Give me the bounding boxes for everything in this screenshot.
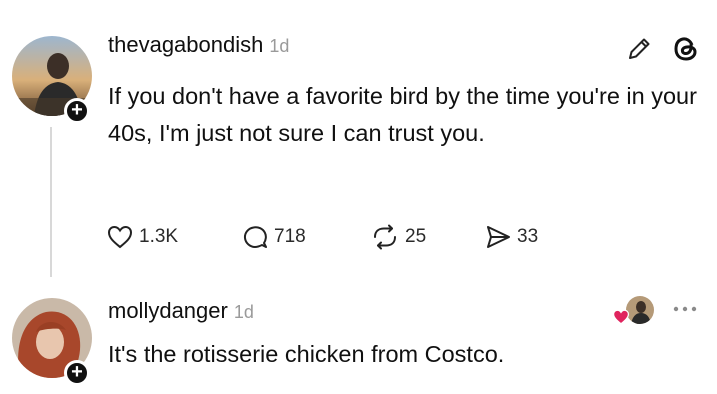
ellipsis-icon[interactable] xyxy=(672,302,698,320)
heart-icon xyxy=(612,309,630,325)
repost-arrows-icon xyxy=(374,224,396,250)
speech-bubble-icon xyxy=(243,226,267,248)
post-username[interactable]: thevagabondish xyxy=(108,32,263,57)
pencil-icon[interactable] xyxy=(625,35,653,68)
follow-plus-button[interactable]: + xyxy=(64,98,90,124)
repost-button[interactable]: 25 xyxy=(370,224,426,250)
heart-icon xyxy=(107,225,133,249)
reply-text: It's the rotisserie chicken from Costco. xyxy=(108,341,505,367)
like-button[interactable]: 1.3K xyxy=(106,224,178,250)
reply-timestamp: 1d xyxy=(233,302,254,322)
thread-connector-line xyxy=(50,127,52,277)
liked-by-author-badge xyxy=(612,296,656,326)
send-icon xyxy=(487,226,510,248)
follow-plus-button[interactable]: + xyxy=(64,360,90,386)
reply-count: 718 xyxy=(274,226,306,247)
post-timestamp: 1d xyxy=(269,36,290,56)
reply-header: mollydanger 1d xyxy=(108,298,254,324)
repost-count: 25 xyxy=(405,226,427,247)
reply-button[interactable]: 718 xyxy=(241,224,306,250)
share-button[interactable]: 33 xyxy=(484,224,538,250)
like-count: 1.3K xyxy=(139,226,179,247)
share-count: 33 xyxy=(517,226,539,247)
post-header: thevagabondish 1d xyxy=(108,32,289,58)
reply-username[interactable]: mollydanger xyxy=(108,298,228,323)
threads-logo-icon[interactable] xyxy=(670,33,702,70)
liker-avatar xyxy=(626,296,654,324)
post-text: If you don't have a favorite bird by the… xyxy=(108,83,697,146)
